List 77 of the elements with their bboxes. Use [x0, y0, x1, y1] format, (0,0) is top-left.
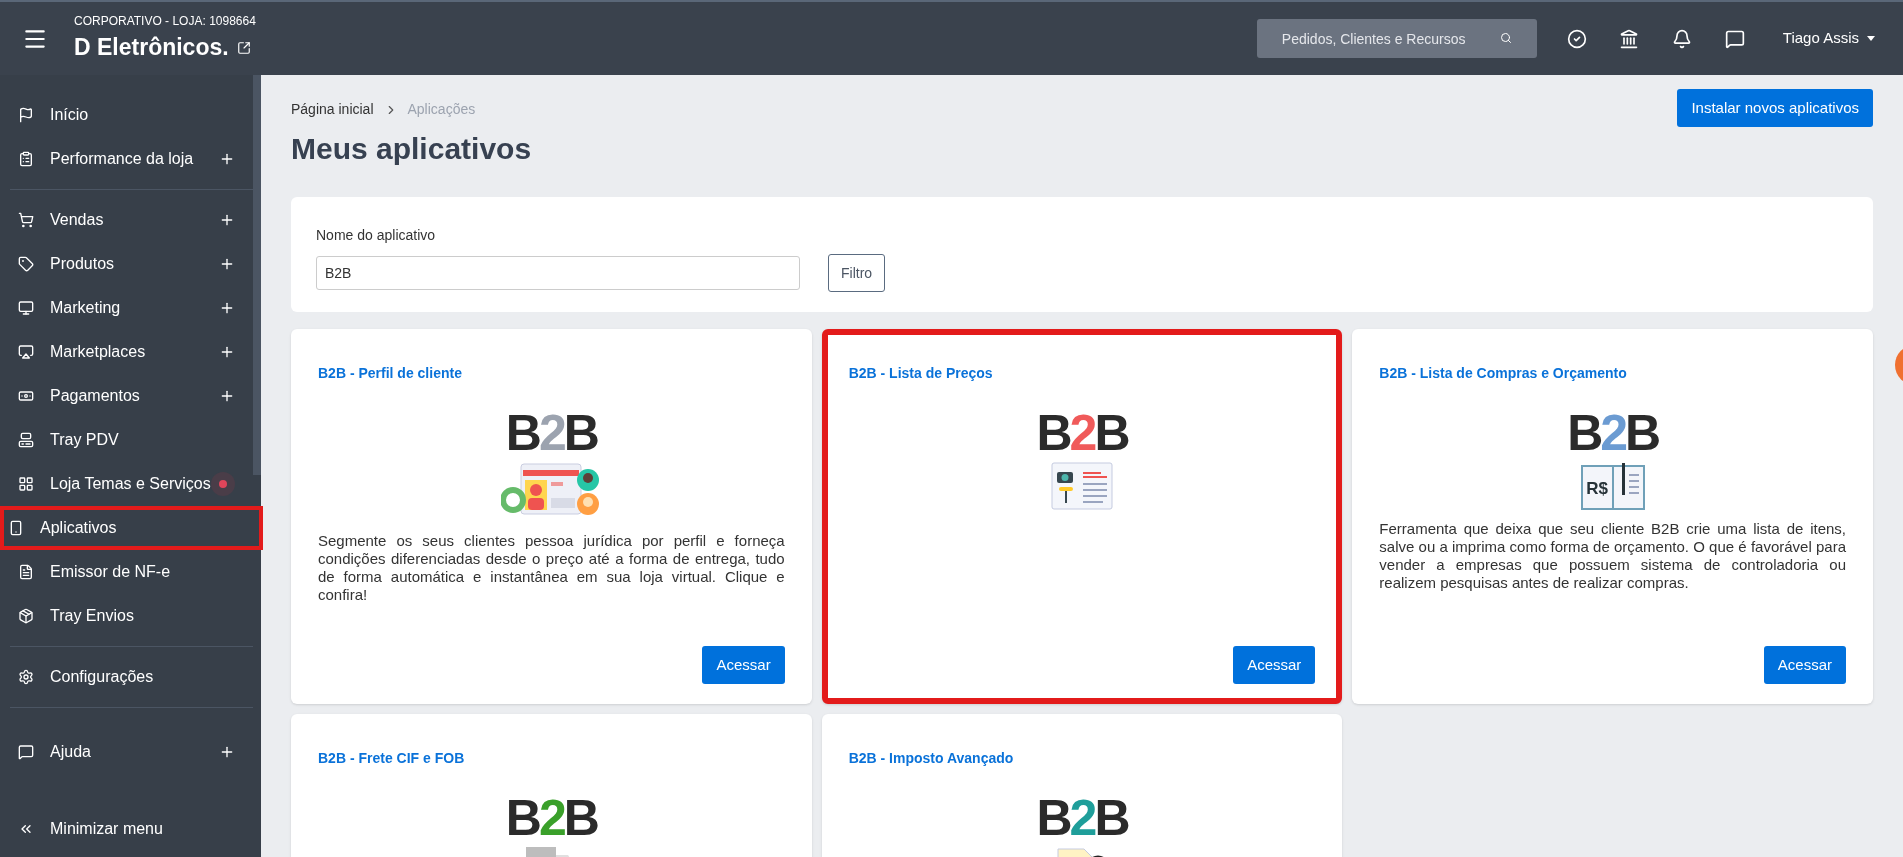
sidebar-label: Vendas: [50, 210, 104, 230]
store-label: CORPORATIVO - LOJA: 1098664: [74, 13, 256, 31]
app-title-link[interactable]: B2B - Frete CIF e FOB: [318, 748, 465, 769]
caret-icon: [1867, 36, 1875, 41]
install-apps-button[interactable]: Instalar novos aplicativos: [1677, 89, 1873, 127]
breadcrumb-link[interactable]: Página inicial: [291, 99, 374, 120]
external-link-icon[interactable]: [236, 40, 251, 55]
sidebar-label: Marketing: [50, 298, 121, 318]
sidebar-label: Emissor de NF-e: [50, 562, 171, 582]
b2b-logo: B2B: [505, 408, 597, 458]
search-icon[interactable]: [1499, 32, 1512, 44]
sidebar-item[interactable]: Configurações: [10, 655, 253, 699]
bell-icon[interactable]: [1671, 28, 1692, 49]
page-title: Meus aplicativos: [291, 131, 532, 167]
grid-icon: [18, 476, 34, 492]
filter-button[interactable]: Filtro: [828, 254, 886, 292]
minimize-menu[interactable]: Minimizar menu: [0, 807, 263, 851]
document-icon: [18, 564, 34, 580]
cart-icon: [18, 212, 34, 228]
sidebar-item[interactable]: Marketplaces: [10, 330, 253, 374]
app-description: Segmente os seus clientes pessoa jurídica por perfil e forneça condições diferenciadas desde o preço até a forma de entrega, tudo de forma automática e instantânea em sua loja virtual. Clique e confira!: [318, 532, 785, 604]
screen-cast-icon: [18, 344, 34, 360]
notebook-illustration: R$: [1580, 462, 1645, 510]
store-name: D Eletrônicos.: [74, 33, 229, 63]
sidebar-label: Performance da loja: [50, 149, 194, 169]
bank-icon[interactable]: [1618, 28, 1639, 49]
sidebar-item[interactable]: Aplicativos: [0, 506, 263, 550]
sidebar-item[interactable]: Loja Temas e Serviços: [10, 462, 253, 506]
monitor-icon: [18, 300, 34, 316]
clipboard-icon: [18, 151, 34, 167]
banknote-icon: [18, 388, 34, 404]
sidebar-item[interactable]: Pagamentos: [10, 374, 253, 418]
user-menu[interactable]: Tiago Assis: [1782, 27, 1875, 50]
app-description: Ferramenta que deixa que seu cliente B2B crie uma lista de itens, salve ou a imprima como forma de orçamento. O que é favorável para vender a empresas que possuem sistema de controladoria ou realizem pesquisas antes de realizar compras.: [1379, 520, 1846, 592]
message-icon[interactable]: [1724, 28, 1745, 49]
sidebar-item[interactable]: Produtos: [10, 242, 253, 286]
settings-icon: [18, 669, 34, 685]
sidebar-label: Configurações: [50, 667, 154, 687]
sidebar-label: Marketplaces: [50, 342, 146, 362]
sidebar-label: Loja Temas e Serviços: [50, 474, 211, 494]
sidebar-item[interactable]: Marketing: [10, 286, 253, 330]
access-button[interactable]: Acessar: [702, 646, 785, 684]
sidebar-label: Produtos: [50, 254, 115, 274]
sidebar-label: Aplicativos: [40, 518, 117, 538]
sidebar-item[interactable]: Vendas: [10, 198, 253, 242]
sidebar-item[interactable]: Tray Envios: [10, 594, 253, 638]
b2b-logo: B2B: [1036, 793, 1128, 843]
tag-icon: [18, 256, 34, 272]
b2b-logo: B2B: [1036, 408, 1128, 458]
flag-icon: [18, 107, 34, 123]
sidebar-label: Tray Envios: [50, 606, 134, 626]
sidebar-label: Início: [50, 105, 89, 125]
app-title-link[interactable]: B2B - Perfil de cliente: [318, 363, 462, 384]
sidebar-item[interactable]: Ajuda: [10, 730, 253, 774]
search-field[interactable]: Pedidos, Clientes e Recursos: [1256, 19, 1537, 58]
b2b-logo: B2B: [1567, 408, 1659, 458]
app-name-field[interactable]: B2B: [316, 256, 800, 290]
package-icon: [18, 608, 34, 624]
app-title-link[interactable]: B2B - Lista de Compras e Orçamento: [1379, 363, 1627, 384]
access-button[interactable]: Acessar: [1233, 646, 1316, 684]
smartphone-icon: [8, 520, 24, 536]
filter-label: Nome do aplicativo: [316, 226, 437, 245]
access-button[interactable]: Acessar: [1763, 646, 1846, 684]
sidebar-label: Pagamentos: [50, 386, 140, 406]
sidebar-item[interactable]: Performance da loja: [10, 137, 253, 181]
price-list-illustration: [1051, 462, 1113, 510]
sidebar-item[interactable]: Início: [10, 93, 253, 137]
sidebar-label: Ajuda: [50, 742, 91, 762]
breadcrumb-current: Aplicações: [407, 100, 476, 119]
message-icon: [18, 744, 34, 760]
app-title-link[interactable]: B2B - Lista de Preços: [848, 363, 993, 384]
app-title-link[interactable]: B2B - Imposto Avançado: [848, 748, 1014, 769]
check-circle-icon[interactable]: [1566, 28, 1587, 49]
b2b-logo: B2B: [505, 793, 597, 843]
sidebar-item[interactable]: Emissor de NF-e: [10, 550, 253, 594]
sidebar-item[interactable]: Tray PDV: [10, 418, 253, 462]
sidebar-label: Tray PDV: [50, 430, 119, 450]
